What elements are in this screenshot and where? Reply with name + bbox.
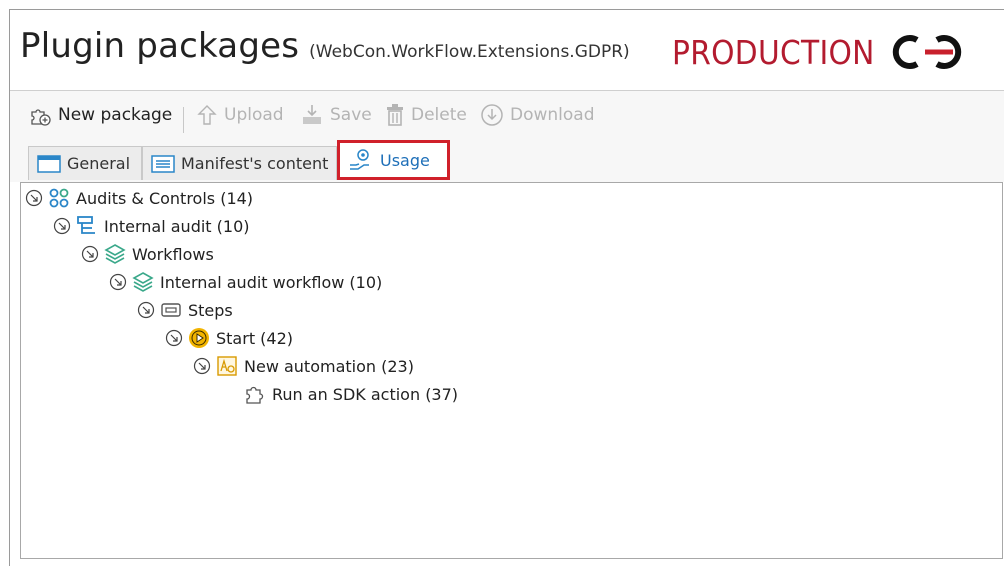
delete-label: Delete: [411, 105, 467, 125]
tree-node-run-sdk-action[interactable]: Run an SDK action (37): [244, 382, 458, 406]
gear-hand-icon: [348, 147, 374, 173]
tree-node-label: Workflows: [132, 244, 214, 264]
expand-toggle-icon[interactable]: [165, 329, 183, 347]
steps-icon: [160, 299, 182, 321]
toolbar: New package Upload Save Delete Download: [10, 90, 1004, 137]
tree-node-label: Audits & Controls (14): [76, 188, 254, 208]
tree-node-audits-controls[interactable]: Audits & Controls (14): [25, 186, 253, 210]
process-icon: [76, 215, 98, 237]
webcon-logo-icon: [892, 35, 961, 69]
tree-node-steps[interactable]: Steps: [137, 298, 233, 322]
new-package-icon: [28, 103, 52, 127]
tree-node-internal-audit-workflow[interactable]: Internal audit workflow (10): [109, 270, 382, 294]
expand-toggle-icon[interactable]: [137, 301, 155, 319]
delete-button[interactable]: Delete: [385, 103, 467, 127]
puzzle-icon: [244, 383, 266, 405]
new-package-button[interactable]: New package: [28, 103, 172, 127]
usage-tree-panel: Audits & Controls (14) Internal audit (1…: [20, 182, 1003, 559]
tree-node-label: Internal audit workflow (10): [160, 272, 383, 292]
start-step-icon: [188, 327, 210, 349]
tab-manifest-label: Manifest's content: [181, 154, 329, 173]
download-icon: [480, 103, 504, 127]
tree-node-label: New automation (23): [244, 356, 414, 376]
tab-general-label: General: [67, 154, 131, 173]
tree-node-workflows[interactable]: Workflows: [81, 242, 214, 266]
app-icon: [48, 187, 70, 209]
download-label: Download: [510, 105, 595, 125]
toolbar-separator: [183, 107, 184, 133]
tab-usage[interactable]: Usage: [337, 140, 450, 180]
tree-node-label: Steps: [188, 300, 233, 320]
expand-toggle-icon[interactable]: [193, 357, 211, 375]
expand-toggle-icon[interactable]: [81, 245, 99, 263]
save-button[interactable]: Save: [300, 103, 372, 127]
new-package-label: New package: [58, 105, 173, 125]
automation-icon: [216, 355, 238, 377]
tree-node-new-automation[interactable]: New automation (23): [193, 354, 414, 378]
list-icon: [151, 154, 175, 174]
upload-label: Upload: [224, 105, 284, 125]
upload-icon: [196, 103, 218, 127]
window-icon: [37, 154, 61, 174]
download-button[interactable]: Download: [480, 103, 595, 127]
layers-icon: [104, 243, 126, 265]
tree-node-internal-audit[interactable]: Internal audit (10): [53, 214, 250, 238]
layers-icon: [132, 271, 154, 293]
upload-button[interactable]: Upload: [196, 103, 284, 127]
save-label: Save: [330, 105, 372, 125]
title-row: Plugin packages (WebCon.WorkFlow.Extensi…: [20, 26, 630, 76]
package-name: (WebCon.WorkFlow.Extensions.GDPR): [309, 42, 630, 62]
tree-node-start[interactable]: Start (42): [165, 326, 293, 350]
tab-general[interactable]: General: [28, 146, 142, 180]
tab-usage-label: Usage: [380, 150, 430, 170]
tab-manifest-content[interactable]: Manifest's content: [142, 146, 337, 180]
expand-toggle-icon[interactable]: [109, 273, 127, 291]
expand-toggle-icon[interactable]: [53, 217, 71, 235]
tree-node-label: Internal audit (10): [104, 216, 250, 236]
save-icon: [300, 103, 324, 127]
expand-toggle-icon[interactable]: [25, 189, 43, 207]
trash-icon: [385, 103, 405, 127]
environment-indicator: PRODUCTION: [672, 32, 973, 72]
tree-node-label: Start (42): [216, 328, 294, 348]
plugin-packages-window: Plugin packages (WebCon.WorkFlow.Extensi…: [9, 9, 1004, 566]
environment-label: PRODUCTION: [672, 32, 875, 72]
page-title: Plugin packages: [20, 26, 300, 66]
tabs-bar: General Manifest's content Usage: [10, 136, 1004, 182]
tree-node-label: Run an SDK action (37): [272, 384, 459, 404]
